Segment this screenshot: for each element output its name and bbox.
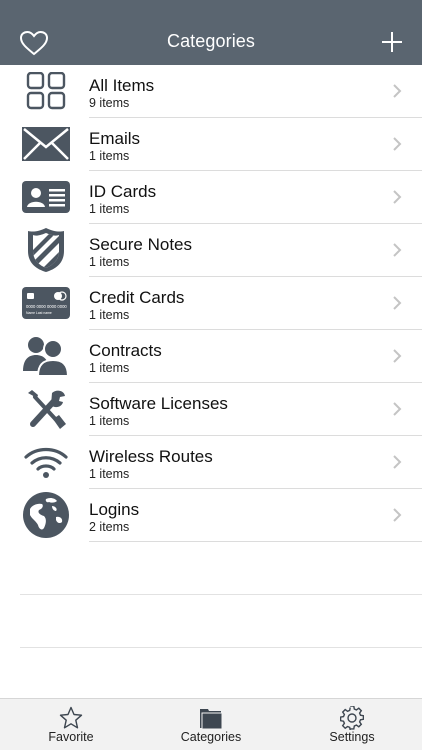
gear-icon xyxy=(339,705,365,731)
chevron-right-icon xyxy=(392,83,402,99)
category-label: Contracts xyxy=(89,341,162,360)
chevron-right-icon xyxy=(392,401,402,417)
category-count: 1 items xyxy=(89,361,130,375)
category-count: 1 items xyxy=(89,255,130,269)
wifi-icon xyxy=(21,441,71,483)
category-list: All Items 9 items Emails 1 items ID Card… xyxy=(0,65,422,542)
chevron-right-icon xyxy=(392,242,402,258)
shield-icon xyxy=(21,228,71,272)
tab-bar: Favorite Categories Settings xyxy=(0,698,422,750)
category-label: Emails xyxy=(89,129,141,148)
category-row-wireless-routes[interactable]: Wireless Routes 1 items xyxy=(0,436,422,489)
chevron-right-icon xyxy=(392,136,402,152)
tab-settings[interactable]: Settings xyxy=(302,699,402,750)
envelope-icon xyxy=(21,123,71,165)
star-icon xyxy=(59,706,83,730)
category-count: 1 items xyxy=(89,202,130,216)
category-label: ID Cards xyxy=(89,182,157,201)
chevron-right-icon xyxy=(392,295,402,311)
tab-label: Categories xyxy=(180,730,242,744)
category-count: 2 items xyxy=(89,520,130,534)
category-row-secure-notes[interactable]: Secure Notes 1 items xyxy=(0,224,422,277)
category-label: Credit Cards xyxy=(89,288,185,307)
category-count: 1 items xyxy=(89,308,130,322)
card-name-text: Name Last name xyxy=(26,311,52,315)
category-label: Wireless Routes xyxy=(89,447,213,466)
category-row-id-cards[interactable]: ID Cards 1 items xyxy=(0,171,422,224)
card-number-text: 0000 0000 0000 0000 xyxy=(26,304,67,309)
category-row-emails[interactable]: Emails 1 items xyxy=(0,118,422,171)
empty-row-divider xyxy=(20,647,422,648)
category-row-contracts[interactable]: Contracts 1 items xyxy=(0,330,422,383)
tab-categories[interactable]: Categories xyxy=(161,699,261,750)
category-row-logins[interactable]: Logins 2 items xyxy=(0,489,422,542)
people-icon xyxy=(21,335,71,377)
row-divider xyxy=(89,541,422,542)
grid-icon xyxy=(21,70,71,112)
tab-label: Settings xyxy=(329,730,375,744)
category-row-credit-cards[interactable]: 0000 0000 0000 0000 Name Last name Credi… xyxy=(0,277,422,330)
chevron-right-icon xyxy=(392,507,402,523)
page-title: Categories xyxy=(166,31,256,51)
category-count: 1 items xyxy=(89,467,130,481)
empty-row-divider xyxy=(20,594,422,595)
category-row-software-licenses[interactable]: Software Licenses 1 items xyxy=(0,383,422,436)
tools-icon xyxy=(21,388,71,430)
category-count: 1 items xyxy=(89,414,130,428)
globe-icon xyxy=(21,492,71,538)
category-count: 9 items xyxy=(89,96,130,110)
plus-icon[interactable] xyxy=(380,30,404,54)
chevron-right-icon xyxy=(392,348,402,364)
category-label: Software Licenses xyxy=(89,394,228,413)
folder-icon xyxy=(199,706,223,730)
credit-card-icon: 0000 0000 0000 0000 Name Last name xyxy=(21,282,71,324)
category-label: Logins xyxy=(89,500,140,519)
category-label: Secure Notes xyxy=(89,235,192,254)
category-label: All Items xyxy=(89,76,155,95)
category-row-all-items[interactable]: All Items 9 items xyxy=(0,65,422,118)
tab-label: Favorite xyxy=(48,730,94,744)
tab-favorite[interactable]: Favorite xyxy=(21,699,121,750)
category-count: 1 items xyxy=(89,149,130,163)
chevron-right-icon xyxy=(392,189,402,205)
id-card-icon xyxy=(21,176,71,218)
chevron-right-icon xyxy=(392,454,402,470)
nav-bar: Categories xyxy=(0,0,422,65)
